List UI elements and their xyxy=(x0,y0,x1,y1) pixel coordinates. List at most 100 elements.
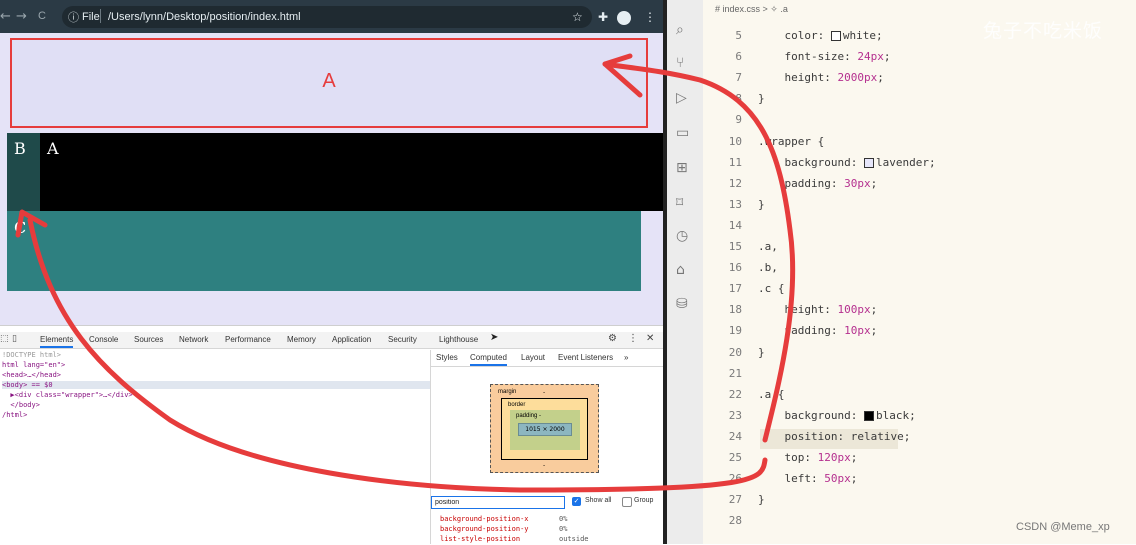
code-line[interactable]: padding: 10px; xyxy=(758,324,877,337)
code-text: background: xyxy=(758,409,864,422)
code-line[interactable]: left: 50px; xyxy=(758,472,857,485)
show-all-checkbox[interactable]: ✓ xyxy=(572,497,581,506)
settings-gear-icon[interactable]: ⚙ xyxy=(608,333,617,344)
line-number: 6 xyxy=(735,50,742,63)
code-line[interactable]: background: black; xyxy=(758,409,915,422)
tab-performance[interactable]: Performance xyxy=(225,335,271,344)
tab-lighthouse[interactable]: Lighthouse xyxy=(439,335,478,344)
code-line[interactable]: top: 120px; xyxy=(758,451,857,464)
code-number: 2000px xyxy=(837,71,878,84)
tab-more[interactable]: » xyxy=(624,353,628,362)
reload-icon[interactable]: C xyxy=(38,10,46,22)
dom-doctype[interactable]: !DOCTYPE html> xyxy=(2,351,61,359)
tab-console[interactable]: Console xyxy=(89,335,118,344)
code-line[interactable]: position: relative; xyxy=(758,430,910,443)
code-line[interactable]: .wrapper { xyxy=(758,135,824,148)
tab-application[interactable]: Application xyxy=(332,335,371,344)
code-line[interactable]: color: white; xyxy=(758,29,882,42)
code-semicolon: ; xyxy=(870,324,878,337)
timeline-icon[interactable]: ◷ xyxy=(676,228,688,244)
source-control-icon[interactable]: ⑂ xyxy=(676,55,684,71)
tab-sources[interactable]: Sources xyxy=(134,335,163,344)
tab-memory[interactable]: Memory xyxy=(287,335,316,344)
remote-icon[interactable]: ▭ xyxy=(676,125,689,141)
color-swatch[interactable] xyxy=(863,158,874,168)
tab-layout[interactable]: Layout xyxy=(521,353,545,362)
back-icon[interactable]: ← xyxy=(0,9,11,24)
site-info-icon[interactable]: ⓘ xyxy=(68,9,79,25)
group-checkbox[interactable] xyxy=(622,497,632,507)
close-icon[interactable]: ✕ xyxy=(646,333,654,344)
code-line[interactable]: .a { xyxy=(758,388,785,401)
deploy-icon[interactable]: ⌂ xyxy=(676,262,685,278)
code-line[interactable]: } xyxy=(758,92,765,105)
code-line[interactable]: } xyxy=(758,493,765,506)
code-value: lavender; xyxy=(875,156,936,169)
line-number: 27 xyxy=(728,493,742,506)
code-text: padding: xyxy=(758,177,845,190)
line-number: 14 xyxy=(728,219,742,232)
code-text: top: xyxy=(758,451,818,464)
run-debug-icon[interactable]: ▷ xyxy=(676,90,687,106)
code-line[interactable]: .a, xyxy=(758,240,778,253)
tab-styles[interactable]: Styles xyxy=(436,353,458,362)
code-line[interactable]: .c { xyxy=(758,282,785,295)
code-line[interactable]: height: 2000px; xyxy=(758,71,883,84)
code-line[interactable]: font-size: 24px; xyxy=(758,50,890,63)
watermark-bottom: CSDN @Meme_xp xyxy=(1016,521,1110,533)
editor-activity-bar xyxy=(667,0,704,544)
address-url[interactable]: /Users/lynn/Desktop/position/index.html xyxy=(108,11,301,23)
profile-icon[interactable] xyxy=(617,11,631,25)
line-number: 23 xyxy=(728,409,742,422)
code-line[interactable]: } xyxy=(758,198,765,211)
tab-network[interactable]: Network xyxy=(179,335,208,344)
code-line[interactable]: .b, xyxy=(758,261,778,274)
dom-head[interactable]: <head>…</head> xyxy=(2,371,61,379)
inspect-icon[interactable]: ⬚ xyxy=(0,334,9,344)
border-label: border xyxy=(508,402,526,408)
watermark-top: 兔子不吃米饭 xyxy=(983,20,1104,42)
computed-prop-name[interactable]: background-position-y xyxy=(440,525,529,533)
dom-tree xyxy=(0,350,428,544)
editor-breadcrumb[interactable]: # index.css > ✧ .a xyxy=(715,4,788,15)
database-icon[interactable]: ⛁ xyxy=(676,296,688,312)
devtools-more-icon[interactable]: ⋮ xyxy=(628,333,638,344)
dom-html-close[interactable]: /html> xyxy=(2,411,27,419)
search-icon[interactable]: ⌕ xyxy=(676,22,684,38)
more-icon[interactable]: ⋮ xyxy=(644,10,656,24)
code-line[interactable]: padding: 30px; xyxy=(758,177,877,190)
code-line[interactable]: height: 100px; xyxy=(758,303,877,316)
device-toggle-icon[interactable]: ▯ xyxy=(12,334,17,344)
group-label: Group xyxy=(634,497,654,504)
code-text: .a { xyxy=(758,388,785,401)
dom-div-wrapper[interactable]: ▶<div class="wrapper">…</div> xyxy=(2,391,132,399)
computed-prop-value: 0% xyxy=(559,515,568,523)
box-b-label: B xyxy=(14,139,26,158)
bookmark-icon[interactable]: ⌑ xyxy=(676,195,683,211)
color-swatch[interactable] xyxy=(830,31,841,41)
extension-icon[interactable]: ✚ xyxy=(598,10,608,24)
dom-html[interactable]: html lang="en"> xyxy=(2,361,65,369)
box-c-label: C xyxy=(14,218,27,237)
tab-elements[interactable]: Elements xyxy=(40,335,74,348)
dom-body-close[interactable]: </body> xyxy=(2,401,40,409)
forward-icon[interactable]: → xyxy=(16,9,27,24)
tab-computed[interactable]: Computed xyxy=(470,353,507,366)
line-number: 8 xyxy=(735,92,742,105)
computed-prop-name[interactable]: list-style-position xyxy=(440,535,520,543)
tab-event-listeners[interactable]: Event Listeners xyxy=(558,353,613,362)
code-line[interactable]: background: lavender; xyxy=(758,156,936,169)
computed-filter-input[interactable] xyxy=(431,496,565,509)
padding-label: padding - xyxy=(516,413,542,419)
code-text: } xyxy=(758,198,765,211)
tab-security[interactable]: Security xyxy=(388,335,417,344)
code-line[interactable]: } xyxy=(758,346,765,359)
computed-prop-name[interactable]: background-position-x xyxy=(440,515,529,523)
code-text: position: relative; xyxy=(758,430,911,443)
code-number: 10px xyxy=(844,324,871,337)
extensions-icon[interactable]: ⊞ xyxy=(676,160,688,176)
color-swatch[interactable] xyxy=(863,411,874,421)
dom-body-selected[interactable]: <body> == $0 xyxy=(2,381,430,389)
line-number: 19 xyxy=(728,324,742,337)
star-icon[interactable]: ☆ xyxy=(572,10,583,24)
